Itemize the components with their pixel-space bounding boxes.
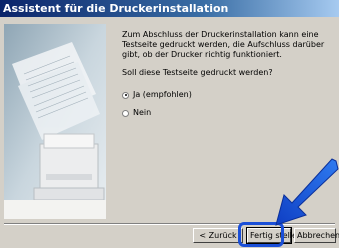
content-area: Zum Abschluss der Druckerinstallation ka… (122, 30, 332, 124)
window-title: Assistent für die Druckerinstallation (3, 2, 229, 15)
printer-illustration-icon (4, 24, 106, 219)
button-separator (4, 223, 335, 225)
finish-button[interactable]: Fertig stellen (246, 227, 302, 244)
radio-no-label[interactable]: Nein (133, 108, 151, 118)
wizard-window: Assistent für die Druckerinstallation Zu… (0, 0, 339, 248)
title-bar: Assistent für die Druckerinstallation (0, 0, 339, 17)
arrow-pointer-icon (275, 158, 339, 226)
radio-no-indicator[interactable] (122, 109, 129, 117)
radio-yes-indicator[interactable] (122, 91, 129, 99)
intro-text: Zum Abschluss der Druckerinstallation ka… (122, 30, 325, 59)
back-button[interactable]: < Zurück (193, 228, 243, 243)
question-text: Soll diese Testseite gedruckt werden? (122, 68, 273, 77)
radio-option-yes[interactable]: Ja (empfohlen) (122, 88, 332, 102)
cancel-button[interactable]: Abbrechen (294, 228, 339, 243)
radio-yes-label[interactable]: Ja (empfohlen) (133, 90, 192, 100)
radio-option-no[interactable]: Nein (122, 106, 332, 120)
